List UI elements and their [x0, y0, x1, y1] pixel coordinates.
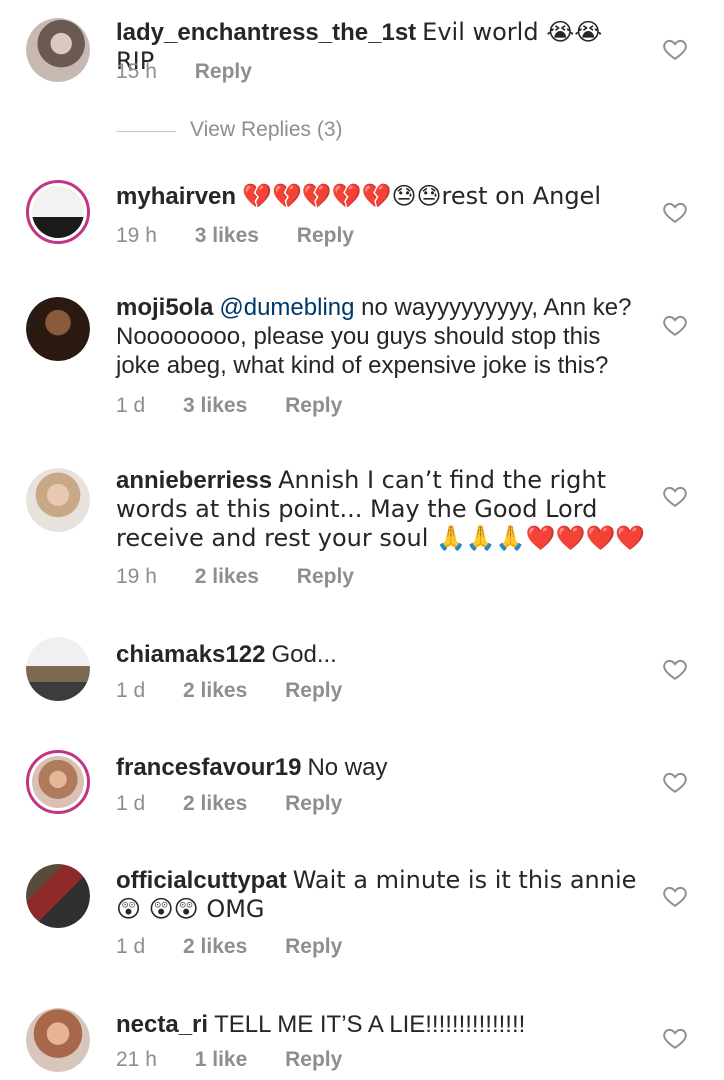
comment-time: 19 h [116, 565, 157, 588]
comment-text: officialcuttypatWait a minute is it this… [116, 866, 646, 924]
comment-text: annieberriessAnnish I can’t find the rig… [116, 466, 646, 553]
heart-icon[interactable] [662, 883, 688, 909]
comment-meta: 1 d 2 likes Reply [116, 935, 374, 959]
comment-time: 1 d [116, 792, 145, 815]
avatar[interactable] [26, 750, 90, 814]
comment-text: moji5ola@dumebling no wayyyyyyyyy, Ann k… [116, 293, 646, 380]
comment-text: necta_riTELL ME IT’S A LIE!!!!!!!!!!!!!!… [116, 1010, 646, 1039]
comment-meta: 19 h 2 likes Reply [116, 565, 386, 589]
comment-meta: 15 h Reply [116, 60, 284, 84]
reply-button[interactable]: Reply [297, 224, 354, 247]
comment-text: francesfavour19No way [116, 753, 646, 782]
comment-meta: 1 d 2 likes Reply [116, 792, 374, 816]
comment-text: chiamaks122God... [116, 640, 646, 669]
avatar[interactable] [26, 1008, 90, 1072]
avatar[interactable] [26, 18, 90, 82]
comment-username[interactable]: chiamaks122 [116, 641, 265, 668]
view-replies-button[interactable]: View Replies (3) [190, 118, 343, 142]
avatar[interactable] [26, 297, 90, 361]
reply-button[interactable]: Reply [285, 394, 342, 417]
heart-icon[interactable] [662, 199, 688, 225]
likes-count[interactable]: 2 likes [195, 565, 259, 588]
likes-count[interactable]: 2 likes [183, 792, 247, 815]
reply-button[interactable]: Reply [297, 565, 354, 588]
comment-time: 21 h [116, 1048, 157, 1071]
comment-body: No way [307, 754, 387, 781]
likes-count[interactable]: 3 likes [183, 394, 247, 417]
comment-meta: 1 d 2 likes Reply [116, 679, 374, 703]
heart-icon[interactable] [662, 1025, 688, 1051]
heart-icon[interactable] [662, 36, 688, 62]
comment-username[interactable]: necta_ri [116, 1011, 208, 1038]
reply-button[interactable]: Reply [285, 792, 342, 815]
comment-body: TELL ME IT’S A LIE!!!!!!!!!!!!!!! [214, 1011, 525, 1038]
avatar[interactable] [26, 637, 90, 701]
comment-username[interactable]: moji5ola [116, 294, 213, 321]
heart-icon[interactable] [662, 769, 688, 795]
comment-username[interactable]: francesfavour19 [116, 754, 301, 781]
comment-username[interactable]: myhairven [116, 183, 236, 210]
heart-icon[interactable] [662, 656, 688, 682]
avatar[interactable] [26, 468, 90, 532]
comment-username[interactable]: annieberriess [116, 467, 272, 494]
comment-body: 💔💔💔💔💔😓😓rest on Angel [242, 182, 601, 210]
comment-meta: 21 h 1 like Reply [116, 1048, 374, 1072]
heart-icon[interactable] [662, 483, 688, 509]
heart-icon[interactable] [662, 312, 688, 338]
comment-meta: 1 d 3 likes Reply [116, 394, 374, 418]
comment-time: 19 h [116, 224, 157, 247]
comment-time: 1 d [116, 679, 145, 702]
replies-divider [116, 131, 176, 132]
likes-count[interactable]: 2 likes [183, 935, 247, 958]
reply-button[interactable]: Reply [195, 60, 252, 83]
comment-time: 1 d [116, 394, 145, 417]
comment-time: 15 h [116, 60, 157, 83]
likes-count[interactable]: 2 likes [183, 679, 247, 702]
comment-time: 1 d [116, 935, 145, 958]
avatar[interactable] [26, 864, 90, 928]
likes-count[interactable]: 3 likes [195, 224, 259, 247]
likes-count[interactable]: 1 like [195, 1048, 248, 1071]
reply-button[interactable]: Reply [285, 935, 342, 958]
comment-meta: 19 h 3 likes Reply [116, 224, 386, 248]
comment-username[interactable]: lady_enchantress_the_1st [116, 19, 416, 46]
avatar[interactable] [26, 180, 90, 244]
comment-username[interactable]: officialcuttypat [116, 867, 287, 894]
comment-body: God... [271, 641, 336, 668]
reply-button[interactable]: Reply [285, 1048, 342, 1071]
comment-text: myhairven💔💔💔💔💔😓😓rest on Angel [116, 182, 646, 211]
reply-button[interactable]: Reply [285, 679, 342, 702]
comment-mention[interactable]: @dumebling [219, 294, 354, 321]
